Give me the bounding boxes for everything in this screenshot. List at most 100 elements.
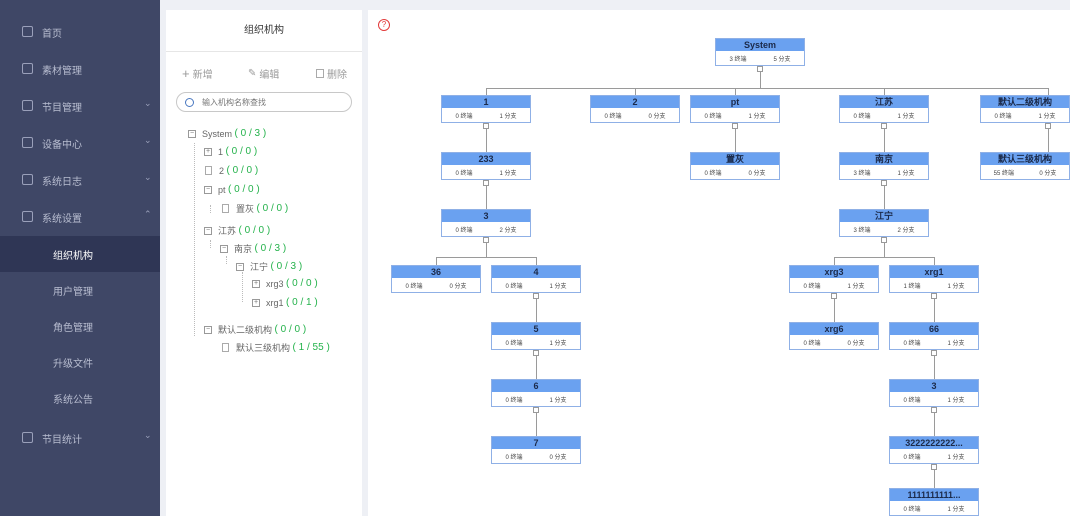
tree-node-xrg1[interactable]: + xrg1 ( 0 / 1 ) [252,297,318,308]
org-node-name: 置灰 [691,153,779,165]
edit-button[interactable]: ✎ 编辑 [248,66,279,81]
collapse-icon[interactable]: − [204,185,212,194]
settings-icon [22,211,33,222]
collapse-icon[interactable]: − [204,226,212,235]
nav-item-programs[interactable]: 节目管理 ⌄ [0,88,160,124]
org-node-branches: 1 分支 [897,113,915,120]
tree-node-default2[interactable]: − 默认二级机构 ( 0 / 0 ) [204,323,306,336]
collapse-toggle[interactable] [931,293,937,299]
collapse-toggle[interactable] [483,180,489,186]
tree-label: 江宁 [250,262,269,272]
org-node-6[interactable]: 6 0 终端 1 分支 [491,379,581,407]
tree-label: 置灰 [236,204,255,214]
org-node-name: 66 [890,323,978,335]
org-node-3222[interactable]: 3222222222... 0 终端 1 分支 [889,436,979,464]
org-node-3[interactable]: 3 0 终端 2 分支 [441,209,531,237]
nav-item-stats[interactable]: 节目统计 ⌄ [0,420,160,456]
tree-count: ( 0 / 0 ) [274,324,307,335]
org-node-jiangning[interactable]: 江宁 3 终端 2 分支 [839,209,929,237]
collapse-toggle[interactable] [881,123,887,129]
org-node-4[interactable]: 4 0 终端 1 分支 [491,265,581,293]
tree-node-system[interactable]: − System ( 0 / 3 ) [188,128,266,139]
collapse-toggle[interactable] [533,407,539,413]
org-node-5[interactable]: 5 0 终端 1 分支 [491,322,581,350]
nav-sub-notice[interactable]: 系统公告 [0,380,160,416]
nav-sub-label: 系统公告 [53,394,93,406]
nav-sub-label: 用户管理 [53,286,93,298]
nav-item-materials[interactable]: 素材管理 [0,51,160,87]
collapse-toggle[interactable] [533,350,539,356]
expand-icon[interactable]: + [252,298,260,307]
collapse-toggle[interactable] [757,66,763,72]
org-node-default2[interactable]: 默认二级机构 0 终端 1 分支 [980,95,1070,123]
tree-node-gray[interactable]: 置灰 ( 0 / 0 ) [222,202,288,215]
org-node-xrg3[interactable]: xrg3 0 终端 1 分支 [789,265,879,293]
collapse-toggle[interactable] [931,407,937,413]
collapse-icon[interactable]: − [204,325,212,334]
tree-node-jiangsu[interactable]: − 江苏 ( 0 / 0 ) [204,224,270,237]
org-node-default3[interactable]: 默认三级机构 55 终端 0 分支 [980,152,1070,180]
collapse-icon[interactable]: − [236,262,244,271]
org-node-xrg1[interactable]: xrg1 1 终端 1 分支 [889,265,979,293]
org-node-gray[interactable]: 置灰 0 终端 0 分支 [690,152,780,180]
nav-label: 节目统计 [42,434,82,446]
collapse-icon[interactable]: − [220,244,228,253]
tree-node-2[interactable]: 2 ( 0 / 0 ) [205,165,258,176]
tree-node-xrg3[interactable]: + xrg3 ( 0 / 0 ) [252,278,318,289]
tree-node-pt[interactable]: − pt ( 0 / 0 ) [204,184,260,195]
org-node-1[interactable]: 1 0 终端 1 分支 [441,95,531,123]
org-node-jiangsu[interactable]: 江苏 0 终端 1 分支 [839,95,929,123]
collapse-toggle[interactable] [483,237,489,243]
org-node-233[interactable]: 233 0 终端 1 分支 [441,152,531,180]
org-node-7[interactable]: 7 0 终端 0 分支 [491,436,581,464]
expand-icon[interactable]: + [252,279,260,288]
panel-title: 组织机构 [166,10,362,52]
delete-button[interactable]: 删除 [316,66,347,81]
add-button[interactable]: + 新增 [182,66,213,81]
tree-node-nanjing[interactable]: − 南京 ( 0 / 3 ) [220,242,286,255]
nav-sub-users[interactable]: 用户管理 [0,272,160,308]
nav-item-logs[interactable]: 系统日志 ⌄ [0,162,160,198]
org-node-pt[interactable]: pt 0 终端 1 分支 [690,95,780,123]
collapse-toggle[interactable] [732,123,738,129]
org-node-66[interactable]: 66 0 终端 1 分支 [889,322,979,350]
nav-item-devices[interactable]: 设备中心 ⌄ [0,125,160,161]
chevron-down-icon: ⌄ [144,430,152,440]
collapse-icon[interactable]: − [188,129,196,138]
nav-item-home[interactable]: 首页 [0,14,160,50]
collapse-toggle[interactable] [1045,123,1051,129]
org-node-1111[interactable]: 1111111111... 0 终端 1 分支 [889,488,979,516]
tree-node-default3[interactable]: 默认三级机构 ( 1 / 55 ) [222,341,330,354]
expand-icon[interactable]: + [204,147,212,156]
org-node-system[interactable]: System 3 终端 5 分支 [715,38,805,66]
search-input[interactable] [202,97,342,107]
collapse-toggle[interactable] [533,293,539,299]
nav-label: 设备中心 [42,139,82,151]
collapse-toggle[interactable] [483,123,489,129]
org-node-terminals: 0 终端 [604,113,622,120]
collapse-toggle[interactable] [931,464,937,470]
collapse-toggle[interactable] [881,237,887,243]
org-node-xrg6[interactable]: xrg6 0 终端 0 分支 [789,322,879,350]
tree-node-1[interactable]: + 1 ( 0 / 0 ) [204,146,257,157]
help-icon[interactable]: ? [378,19,390,31]
org-node-3b[interactable]: 3 0 终端 1 分支 [889,379,979,407]
org-node-branches: 0 分支 [847,340,865,347]
org-node-branches: 2 分支 [499,227,517,234]
org-node-2[interactable]: 2 0 终端 0 分支 [590,95,680,123]
nav-sub-upgrade[interactable]: 升级文件 [0,344,160,380]
search-box[interactable] [176,92,352,112]
org-node-branches: 1 分支 [947,454,965,461]
collapse-toggle[interactable] [931,350,937,356]
org-node-36[interactable]: 36 0 终端 0 分支 [391,265,481,293]
collapse-toggle[interactable] [831,293,837,299]
org-node-name: 4 [492,266,580,278]
collapse-toggle[interactable] [881,180,887,186]
nav-sub-roles[interactable]: 角色管理 [0,308,160,344]
nav-sub-org[interactable]: 组织机构 [0,236,160,272]
tree-count: ( 0 / 3 ) [270,261,303,272]
org-node-nanjing[interactable]: 南京 3 终端 1 分支 [839,152,929,180]
tree-node-jiangning[interactable]: − 江宁 ( 0 / 3 ) [236,260,302,273]
nav-item-settings[interactable]: 系统设置 ⌃ [0,199,160,235]
org-node-terminals: 0 终端 [853,113,871,120]
